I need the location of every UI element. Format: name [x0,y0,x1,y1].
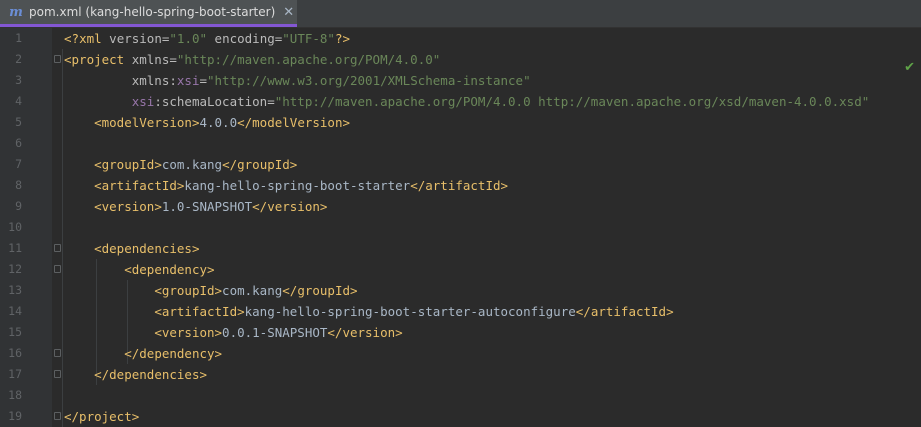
fold-marker-icon[interactable] [54,349,61,357]
code-text: <version>0.0.1-SNAPSHOT</version> [154,325,403,340]
code-line[interactable]: 8 <artifactId>kang-hello-spring-boot-sta… [0,175,921,196]
line-number: 6 [15,136,22,150]
code-line[interactable]: 4 xsi:schemaLocation="http://maven.apach… [0,91,921,112]
code-text: <dependencies> [94,241,200,256]
code-text: <version>1.0-SNAPSHOT</version> [94,199,328,214]
code-editor[interactable]: 1 <?xml version="1.0" encoding="UTF-8"?> 2… [0,28,921,427]
code-text: <groupId>com.kang</groupId> [94,157,298,172]
line-number: 9 [15,199,22,213]
code-text: <project xmlns="http://maven.apache.org/… [64,52,441,67]
code-line[interactable]: 17 </dependencies> [0,364,921,385]
line-number: 2 [15,52,22,66]
tab-pom-xml[interactable]: m pom.xml (kang-hello-spring-boot-starte… [0,0,297,27]
line-number: 16 [8,346,22,360]
code-line[interactable]: 19 </project> [0,406,921,427]
code-text: <artifactId>kang-hello-spring-boot-start… [154,304,674,319]
code-line[interactable]: 14 <artifactId>kang-hello-spring-boot-st… [0,301,921,322]
line-number: 12 [8,262,22,276]
code-line[interactable]: 1 <?xml version="1.0" encoding="UTF-8"?> [0,28,921,49]
code-text: xsi:schemaLocation="http://maven.apache.… [131,94,870,109]
code-line[interactable]: 15 <version>0.0.1-SNAPSHOT</version> [0,322,921,343]
code-text: </project> [64,409,140,424]
code-line[interactable]: 12 <dependency> [0,259,921,280]
code-text: <groupId>com.kang</groupId> [154,283,358,298]
code-line[interactable]: 13 <groupId>com.kang</groupId> [0,280,921,301]
editor-tab-bar: m pom.xml (kang-hello-spring-boot-starte… [0,0,921,28]
line-number: 5 [15,115,22,129]
fold-marker-icon[interactable] [54,55,61,63]
line-number: 1 [15,31,22,45]
code-text: <modelVersion>4.0.0</modelVersion> [94,115,350,130]
code-text: </dependencies> [94,367,207,382]
code-line[interactable]: 18 [0,385,921,406]
code-line[interactable]: 10 [0,217,921,238]
code-text: <?xml version="1.0" encoding="UTF-8"?> [64,31,351,46]
checkmark-icon: ✔ [904,60,915,75]
code-line[interactable]: 5 <modelVersion>4.0.0</modelVersion> [0,112,921,133]
code-line[interactable]: 16 </dependency> [0,343,921,364]
code-line[interactable]: 7 <groupId>com.kang</groupId> [0,154,921,175]
close-icon[interactable]: ✕ [283,5,294,20]
line-number: 14 [8,304,22,318]
fold-marker-icon[interactable] [54,244,61,252]
code-text: <dependency> [124,262,215,277]
fold-marker-icon[interactable] [54,370,61,378]
code-line[interactable]: 11 <dependencies> [0,238,921,259]
line-number: 10 [8,220,22,234]
code-line[interactable]: 6 [0,133,921,154]
line-number: 15 [8,325,22,339]
line-number: 13 [8,283,22,297]
line-number: 3 [15,73,22,87]
line-number: 7 [15,157,22,171]
code-line[interactable]: 9 <version>1.0-SNAPSHOT</version> [0,196,921,217]
code-text: xmlns:xsi="http://www.w3.org/2001/XMLSch… [131,73,531,88]
code-line[interactable]: 3 xmlns:xsi="http://www.w3.org/2001/XMLS… [0,70,921,91]
fold-marker-icon[interactable] [54,412,61,420]
line-number: 19 [8,409,22,423]
line-number: 4 [15,94,22,108]
line-number: 8 [15,178,22,192]
code-text: <artifactId>kang-hello-spring-boot-start… [94,178,509,193]
tab-label: pom.xml (kang-hello-spring-boot-starter) [29,5,276,19]
fold-marker-icon[interactable] [54,265,61,273]
maven-icon: m [9,4,23,20]
line-number: 18 [8,388,22,402]
code-text: </dependency> [124,346,223,361]
line-number: 11 [8,241,22,255]
line-number: 17 [8,367,22,381]
code-line[interactable]: 2 <project xmlns="http://maven.apache.org… [0,49,921,70]
